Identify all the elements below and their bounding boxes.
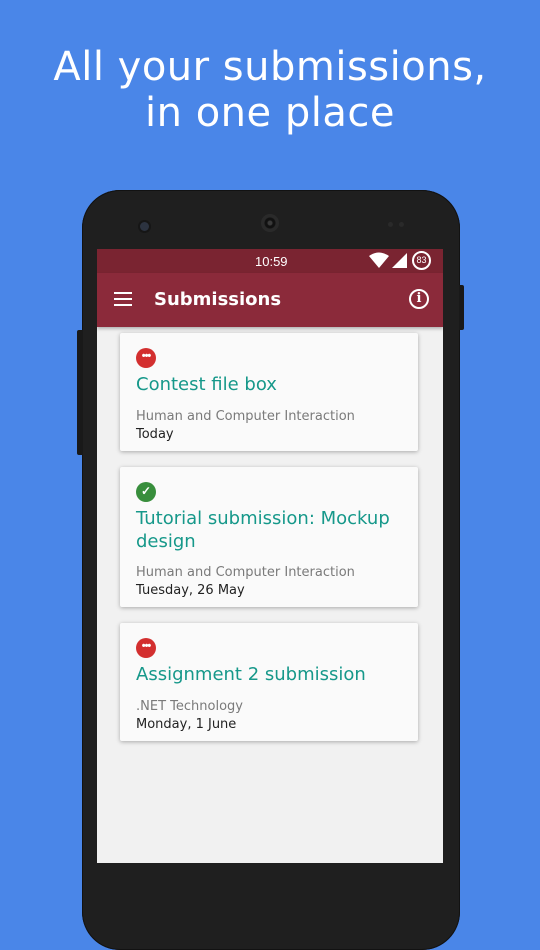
battery-icon: 83: [412, 251, 431, 270]
submission-course: .NET Technology: [136, 699, 243, 714]
submission-course: Human and Computer Interaction: [136, 409, 355, 424]
submission-title: Contest file box: [136, 374, 277, 395]
submission-title: Tutorial submission: Mockup design: [136, 508, 390, 552]
page-title: Submissions: [154, 289, 282, 310]
headline-line-1: All your submissions,: [53, 44, 487, 90]
signal-icon: [392, 253, 407, 268]
wifi-icon: [369, 252, 389, 268]
headline-line-2: in one place: [145, 90, 395, 136]
front-camera: [140, 222, 149, 231]
submission-course: Human and Computer Interaction: [136, 565, 355, 580]
more-dots-icon: •••: [136, 348, 156, 368]
submission-title: Assignment 2 submission: [136, 664, 366, 685]
app-toolbar: Submissions i: [97, 273, 443, 327]
submission-date: Monday, 1 June: [136, 717, 237, 732]
light-sensor: [399, 222, 404, 227]
submission-card[interactable]: ••• Assignment 2 submission .NET Technol…: [120, 623, 418, 741]
proximity-sensor: [388, 222, 393, 227]
volume-button: [77, 330, 83, 455]
power-button: [459, 285, 464, 330]
menu-icon[interactable]: [114, 292, 132, 306]
promo-headline: All your submissions, in one place: [0, 44, 540, 136]
status-time: 10:59: [255, 254, 288, 269]
submission-card[interactable]: ••• Contest file box Human and Computer …: [120, 333, 418, 451]
earpiece-speaker: [261, 214, 279, 232]
more-dots-icon: •••: [136, 638, 156, 658]
check-circle-icon: ✓: [136, 482, 156, 502]
phone-screen: 10:59 83 Submissions i ••• Contest file …: [97, 249, 443, 863]
submission-date: Today: [136, 427, 174, 442]
submission-card[interactable]: ✓ Tutorial submission: Mockup design Hum…: [120, 467, 418, 607]
status-bar: 10:59 83: [97, 249, 443, 273]
info-icon[interactable]: i: [409, 289, 429, 309]
submission-date: Tuesday, 26 May: [136, 583, 245, 598]
